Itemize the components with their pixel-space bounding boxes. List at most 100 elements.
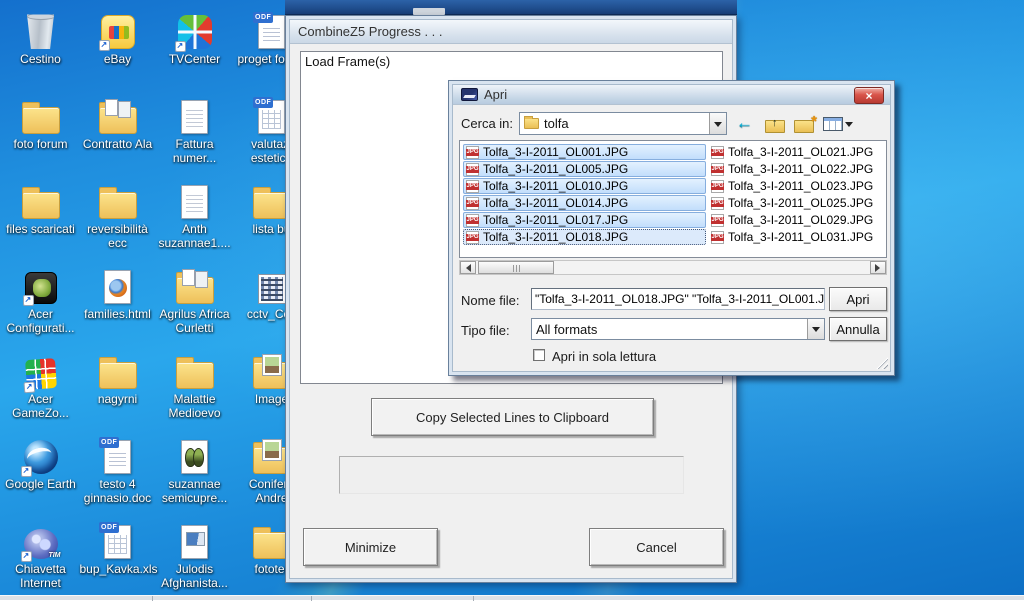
file-item[interactable]: Tolfa_3-I-2011_OL025.JPG [708,195,886,211]
desktop-icon[interactable]: Contratto Ala [79,89,156,174]
file-item[interactable]: Tolfa_3-I-2011_OL017.JPG [463,212,706,228]
close-button[interactable]: × [854,87,884,104]
desktop-icon-image [181,100,208,134]
back-arrow-icon[interactable] [736,116,756,132]
desktop-icon[interactable]: suzannae semicupre... [156,429,233,514]
background-window-titlebar[interactable] [285,0,737,15]
file-type-combobox[interactable]: All formats [531,318,825,340]
desktop-icon-image-box [176,264,214,304]
file-name: Tolfa_3-I-2011_OL017.JPG [483,213,628,227]
desktop-icon[interactable]: bup_Kavka.xls [79,514,156,599]
taskbar-separator [473,596,474,601]
desktop-icon-image-box [181,434,208,474]
desktop-icon-label: reversibilità ecc [80,222,156,250]
desktop-icon[interactable]: Google Earth [2,429,79,514]
desktop-icon-image [181,525,208,559]
desktop-icon-label: Fattura numer... [157,137,233,165]
jpg-file-icon [711,197,724,210]
open-button[interactable]: Apri [829,287,887,311]
file-item[interactable]: Tolfa_3-I-2011_OL005.JPG [463,161,706,177]
jpg-file-icon [466,180,479,193]
scroll-right-button[interactable] [870,261,886,274]
desktop-icon[interactable]: eBay [79,4,156,89]
chevron-down-icon [845,122,853,131]
file-item[interactable]: Tolfa_3-I-2011_OL029.JPG [708,212,886,228]
new-folder-icon[interactable] [794,120,814,133]
desktop-icon-label: Agrilus Africa Curletti [157,307,233,335]
desktop-icon-image-box [101,9,135,49]
open-dialog-icon [461,88,478,101]
desktop-icon[interactable]: Chiavetta Internet [2,514,79,599]
desktop-icon[interactable]: Acer GameZo... [2,344,79,429]
desktop-icon-label: files scaricati [6,222,75,236]
desktop-icon-image-box [24,519,58,559]
readonly-checkbox-label: Apri in sola lettura [552,349,656,364]
desktop-icon-image-box [258,94,285,134]
desktop-icon-image-box [26,9,56,49]
up-one-level-icon[interactable] [765,120,785,133]
look-in-combobox[interactable]: tolfa [519,112,727,135]
scroll-left-button[interactable] [460,261,476,274]
file-name: Tolfa_3-I-2011_OL031.JPG [728,230,873,244]
jpg-file-icon [711,180,724,193]
desktop-icon[interactable]: families.html [79,259,156,344]
cancel-button[interactable]: Cancel [589,528,724,566]
open-dialog-titlebar[interactable]: Apri × [453,85,890,105]
file-item[interactable]: Tolfa_3-I-2011_OL023.JPG [708,178,886,194]
desktop-icon-image [181,440,208,474]
file-list[interactable]: Tolfa_3-I-2011_OL001.JPG Tolfa_3-I-2011_… [459,140,887,258]
desktop-icon[interactable]: Cestino [2,4,79,89]
desktop-icon[interactable]: reversibilità ecc [79,174,156,259]
desktop-icon[interactable]: nagyrni [79,344,156,429]
desktop-icon[interactable]: Acer Configurati... [2,259,79,344]
file-item[interactable]: Tolfa_3-I-2011_OL021.JPG [708,144,886,160]
jpg-file-icon [711,163,724,176]
jpg-file-icon [466,197,479,210]
desktop-icon-image-box [99,94,137,134]
desktop-icon[interactable]: testo 4 ginnasio.doc [79,429,156,514]
desktop-icon-image [24,358,56,390]
desktop-icon[interactable]: Agrilus Africa Curletti [156,259,233,344]
dialog-cancel-button[interactable]: Annulla [829,317,887,341]
file-item[interactable]: Tolfa_3-I-2011_OL018.JPG [463,229,706,245]
background-window-control[interactable] [413,8,445,15]
taskbar-edge[interactable] [0,595,1024,600]
file-item[interactable]: Tolfa_3-I-2011_OL022.JPG [708,161,886,177]
file-type-dropdown-button[interactable] [807,319,824,339]
desktop-icon[interactable]: Malattie Medioevo [156,344,233,429]
desktop-icon[interactable]: files scaricati [2,174,79,259]
file-item[interactable]: Tolfa_3-I-2011_OL031.JPG [708,229,886,245]
desktop-icon[interactable]: Julodis Afghanista... [156,514,233,599]
minimize-button[interactable]: Minimize [303,528,438,566]
resize-grip[interactable] [875,356,888,369]
desktop-icon[interactable]: foto forum [2,89,79,174]
file-type-label: Tipo file: [461,323,510,338]
desktop-icon-label: TVCenter [169,52,220,66]
desktop-icon[interactable]: Fattura numer... [156,89,233,174]
desktop-icon-label: foto forum [13,137,67,151]
desktop-icon-image [258,274,286,304]
desktop-icon[interactable]: Anth suzannae1.... [156,174,233,259]
desktop-icon-image [22,107,60,134]
file-item[interactable]: Tolfa_3-I-2011_OL001.JPG [463,144,706,160]
desktop-icon-image [104,525,131,559]
progress-window-titlebar[interactable]: CombineZ5 Progress . . . [290,20,732,44]
shortcut-arrow-icon [175,41,186,52]
desktop-icon[interactable]: TVCenter [156,4,233,89]
desktop-icon-image [104,440,131,474]
file-item[interactable]: Tolfa_3-I-2011_OL010.JPG [463,178,706,194]
view-menu-button[interactable] [823,117,853,131]
desktop-icon-label: nagyrni [98,392,137,406]
copy-selected-lines-button[interactable]: Copy Selected Lines to Clipboard [371,398,654,436]
desktop-icon-image-box [258,9,285,49]
readonly-checkbox[interactable] [533,349,545,361]
scrollbar-thumb[interactable] [478,261,554,274]
desktop-icon-image [176,362,214,389]
progress-status-box [339,456,684,494]
chevron-down-icon [714,122,722,131]
file-item[interactable]: Tolfa_3-I-2011_OL014.JPG [463,195,706,211]
look-in-dropdown-button[interactable] [709,113,726,134]
desktop-icon-image-box [181,179,208,219]
file-name-input[interactable]: "Tolfa_3-I-2011_OL018.JPG" "Tolfa_3-I-20… [531,288,825,310]
horizontal-scrollbar[interactable] [459,260,887,275]
